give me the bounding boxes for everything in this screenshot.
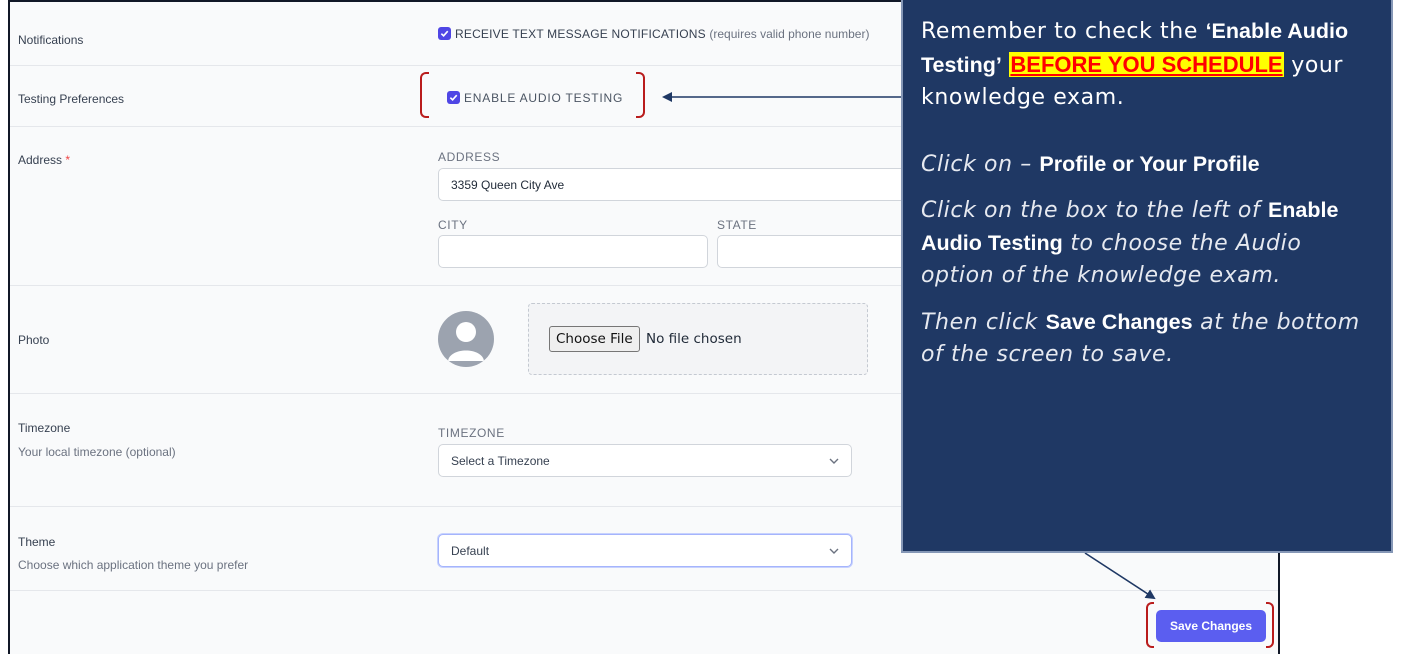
arrow-to-save-button — [1084, 552, 1156, 600]
callout-paragraph-reminder: Remember to check the ‘Enable Audio Test… — [921, 16, 1373, 115]
callout-reminder-pre: Remember to check the — [921, 19, 1206, 44]
callout-profile-italic: Click on – — [921, 151, 1040, 177]
callout-checkbox-italic-a: Click on the box to the left of — [921, 198, 1268, 224]
callout-paragraph-profile: Click on – Profile or Your Profile — [921, 149, 1373, 182]
callout-profile-bold: Profile or Your Profile — [1039, 151, 1260, 176]
callout-save-bold: Save Changes — [1045, 309, 1193, 334]
callout-paragraph-checkbox: Click on the box to the left of Enable A… — [921, 195, 1373, 293]
callout-save-italic-a: Then click — [921, 309, 1046, 335]
callout-reminder-highlight: BEFORE YOU SCHEDULE — [1009, 51, 1284, 77]
callout-spacer — [921, 115, 1373, 149]
callout-paragraph-save: Then click Save Changes at the bottom of… — [921, 307, 1373, 372]
profile-settings-screenshot: Notifications RECEIVE TEXT MESSAGE NOTIF… — [0, 0, 1406, 654]
instruction-callout: Remember to check the ‘Enable Audio Test… — [901, 0, 1393, 553]
